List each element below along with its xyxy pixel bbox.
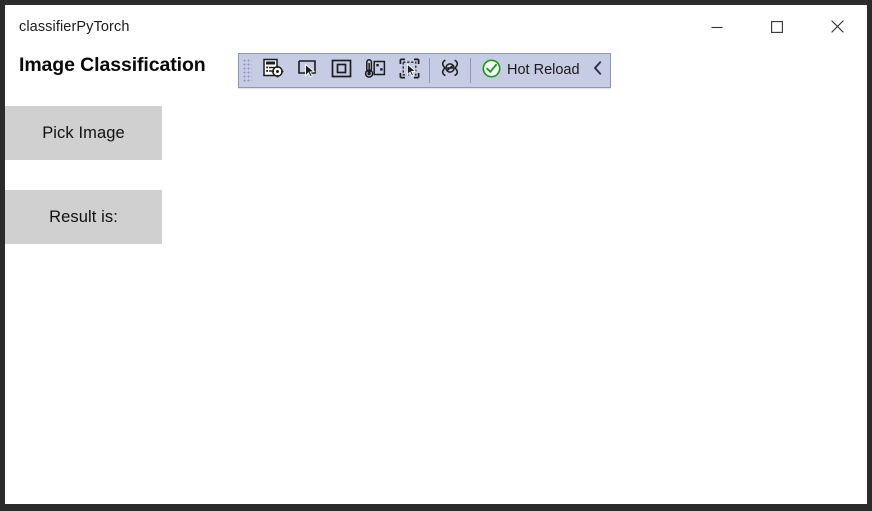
app-window: classifierPyTorch Image Classification H… bbox=[0, 0, 872, 511]
select-element-icon bbox=[297, 58, 318, 84]
hot-reload-button[interactable]: Hot Reload bbox=[474, 54, 586, 87]
close-button[interactable] bbox=[807, 5, 867, 48]
collapse-chevron-icon bbox=[592, 60, 604, 81]
track-focused-element-button[interactable] bbox=[358, 54, 392, 87]
maximize-button[interactable] bbox=[747, 5, 807, 48]
go-to-live-visual-tree-icon bbox=[262, 58, 284, 84]
toolbar-drag-grip[interactable] bbox=[239, 54, 256, 87]
window-title: classifierPyTorch bbox=[19, 19, 130, 35]
close-icon bbox=[830, 20, 844, 33]
page-header-row: Image Classification Hot Reload bbox=[5, 48, 867, 100]
window-client-area: classifierPyTorch Image Classification H… bbox=[5, 5, 867, 504]
maximize-icon bbox=[771, 20, 783, 33]
select-element-button[interactable] bbox=[290, 54, 324, 87]
layout-adorners-icon bbox=[331, 58, 352, 84]
page-title: Image Classification bbox=[19, 54, 206, 76]
preview-selection-button[interactable] bbox=[392, 54, 426, 87]
toolbar-separator-2 bbox=[470, 58, 471, 83]
main-content-area: Pick Image Result is: bbox=[5, 100, 867, 504]
thermometer-diagnostics-icon bbox=[364, 58, 386, 84]
live-preview-icon bbox=[439, 58, 461, 83]
result-button[interactable]: Result is: bbox=[5, 190, 162, 244]
display-layout-adorners-button[interactable] bbox=[324, 54, 358, 87]
caption-button-group bbox=[687, 5, 867, 48]
toolbar-separator-1 bbox=[429, 58, 430, 83]
check-circle-icon bbox=[482, 58, 501, 83]
title-bar: classifierPyTorch bbox=[5, 5, 867, 48]
hot-reload-label: Hot Reload bbox=[507, 62, 580, 79]
pick-image-button[interactable]: Pick Image bbox=[5, 106, 162, 160]
collapse-toolbar-button[interactable] bbox=[585, 54, 610, 87]
grip-dots-icon bbox=[243, 59, 252, 82]
minimize-icon bbox=[711, 21, 723, 33]
live-preview-button[interactable] bbox=[433, 54, 467, 87]
xaml-hot-reload-toolbar: Hot Reload bbox=[238, 53, 611, 88]
go-to-live-visual-tree-button[interactable] bbox=[256, 54, 290, 87]
preview-selection-icon bbox=[399, 58, 420, 84]
minimize-button[interactable] bbox=[687, 5, 747, 48]
